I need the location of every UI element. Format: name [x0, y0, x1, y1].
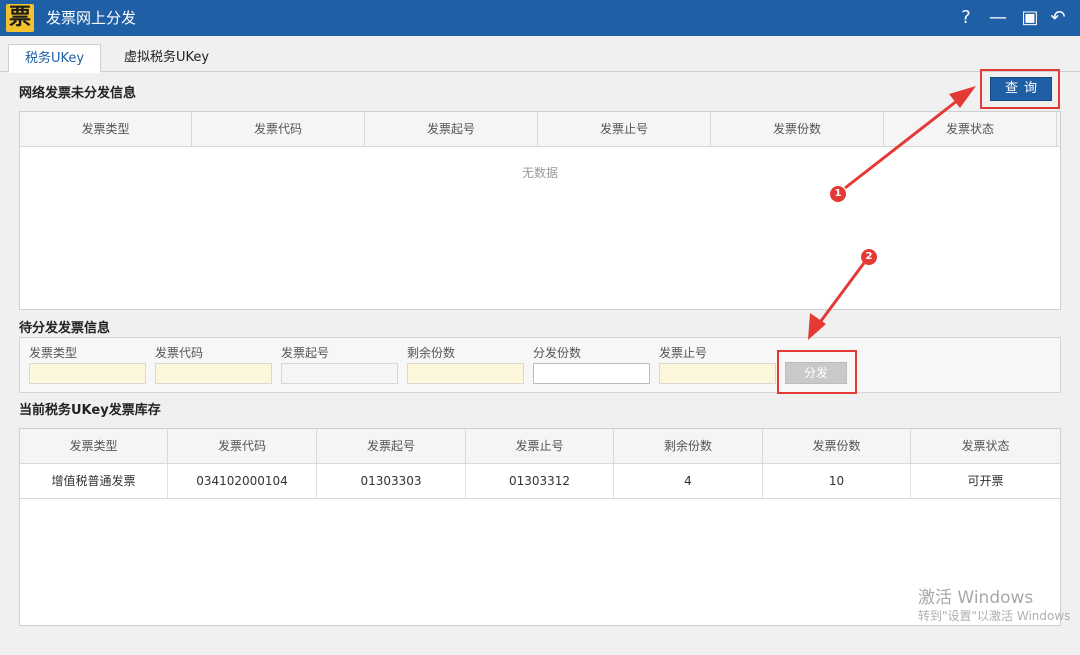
unissued-col-count[interactable]: 发票份数 — [711, 112, 884, 147]
remaining-count-field[interactable] — [407, 363, 524, 384]
cell-invoice-type: 增值税普通发票 — [20, 464, 168, 498]
inventory-col-status[interactable]: 发票状态 — [911, 429, 1060, 464]
back-icon[interactable]: ↶ — [1046, 6, 1070, 30]
unissued-col-code[interactable]: 发票代码 — [192, 112, 365, 147]
maximize-icon[interactable]: ▣ — [1018, 6, 1042, 30]
cell-invoice-code: 034102000104 — [168, 464, 317, 498]
field-label-type: 发票类型 — [29, 346, 78, 360]
field-label-remaining: 剩余份数 — [407, 346, 456, 360]
cell-invoice-start: 01303303 — [317, 464, 466, 498]
unissued-table-header: 发票类型 发票代码 发票起号 发票止号 发票份数 发票状态 — [20, 112, 1060, 147]
no-data-text: 无数据 — [521, 166, 558, 180]
inventory-col-count[interactable]: 发票份数 — [763, 429, 911, 464]
arrow-head-2-icon — [808, 313, 826, 340]
distribute-count-field[interactable] — [533, 363, 650, 384]
field-label-distribute-count: 分发份数 — [533, 346, 582, 360]
cell-remaining-count: 4 — [614, 464, 763, 498]
field-label-end: 发票止号 — [659, 346, 708, 360]
cell-invoice-end: 01303312 — [466, 464, 614, 498]
unissued-table: 发票类型 发票代码 发票起号 发票止号 发票份数 发票状态 无数据 — [19, 111, 1061, 310]
distribute-highlight-box — [777, 350, 857, 394]
inventory-col-end[interactable]: 发票止号 — [466, 429, 614, 464]
unissued-col-type[interactable]: 发票类型 — [20, 112, 192, 147]
table-row[interactable]: 增值税普通发票 034102000104 01303303 01303312 4… — [20, 464, 1060, 499]
invoice-end-field[interactable] — [659, 363, 776, 384]
field-label-start: 发票起号 — [281, 346, 330, 360]
invoice-start-field[interactable] — [281, 363, 398, 384]
activation-watermark-subtitle: 转到"设置"以激活 Windows — [918, 609, 1071, 623]
unissued-col-start[interactable]: 发票起号 — [365, 112, 538, 147]
invoice-type-field[interactable] — [29, 363, 146, 384]
annotation-marker-2: 2 — [861, 249, 877, 265]
title-bar: 票 发票网上分发 ? — ▣ ↶ — [0, 0, 1080, 36]
pending-section-title: 待分发发票信息 — [19, 321, 111, 336]
app-logo-icon: 票 — [6, 4, 34, 32]
unissued-col-end[interactable]: 发票止号 — [538, 112, 711, 147]
field-label-code: 发票代码 — [155, 346, 204, 360]
inventory-col-code[interactable]: 发票代码 — [168, 429, 317, 464]
unissued-section-title: 网络发票未分发信息 — [19, 86, 137, 101]
pending-form: 发票类型 发票代码 发票起号 剩余份数 分发份数 发票止号 — [19, 337, 1061, 393]
tab-bar: 税务UKey 虚拟税务UKey — [0, 36, 1080, 73]
cell-invoice-status: 可开票 — [967, 474, 1004, 488]
tab-tax-ukey[interactable]: 税务UKey — [8, 44, 102, 73]
unissued-col-status[interactable]: 发票状态 — [884, 112, 1057, 147]
invoice-code-field[interactable] — [155, 363, 272, 384]
minimize-icon[interactable]: — — [986, 6, 1010, 30]
activation-watermark-title: 激活 Windows — [918, 588, 1034, 608]
window-title: 发票网上分发 — [46, 9, 137, 27]
inventory-col-type[interactable]: 发票类型 — [20, 429, 168, 464]
inventory-section-title: 当前税务UKey发票库存 — [19, 403, 161, 418]
inventory-table: 发票类型 发票代码 发票起号 发票止号 剩余份数 发票份数 发票状态 增值税普通… — [19, 428, 1061, 626]
tab-virtual-tax-ukey[interactable]: 虚拟税务UKey — [108, 44, 225, 72]
query-highlight-box — [980, 69, 1060, 109]
help-icon[interactable]: ? — [954, 6, 978, 30]
inventory-col-remaining[interactable]: 剩余份数 — [614, 429, 763, 464]
inventory-col-start[interactable]: 发票起号 — [317, 429, 466, 464]
inventory-table-header: 发票类型 发票代码 发票起号 发票止号 剩余份数 发票份数 发票状态 — [20, 429, 1060, 464]
arrow-head-1-icon — [949, 86, 976, 108]
cell-invoice-count: 10 — [763, 464, 911, 498]
annotation-marker-1: 1 — [830, 186, 846, 202]
